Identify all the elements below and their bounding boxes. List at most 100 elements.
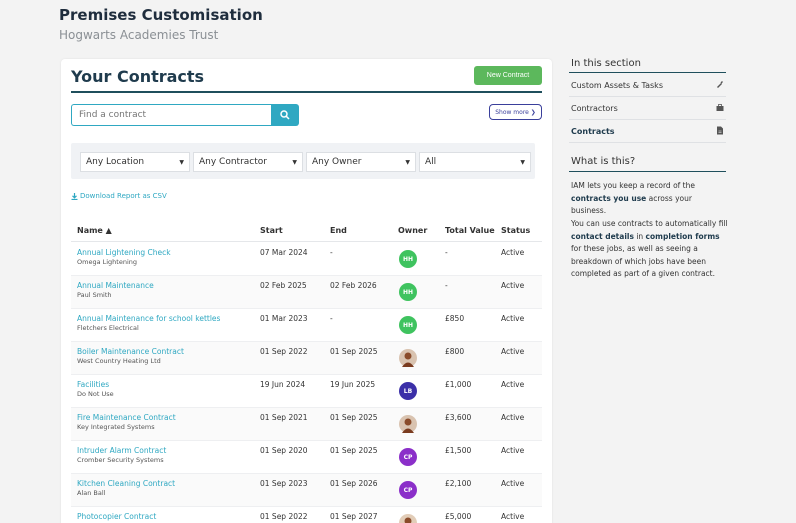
contractor-name: Omega Lightening [77, 258, 138, 266]
show-more-button[interactable]: Show more ❯ [489, 104, 542, 120]
contractor-name: Paul Smith [77, 291, 112, 299]
start-date: 02 Feb 2025 [260, 281, 307, 290]
owner-avatar: CP [399, 481, 417, 499]
sidebar-item-contractors[interactable]: Contractors [569, 97, 726, 120]
status-text: Active [501, 314, 525, 323]
location-select-value: Any Location [86, 157, 145, 167]
table-row[interactable]: Photocopier Contract 01 Sep 2022 01 Sep 20… [71, 507, 542, 523]
status-select[interactable]: All ▼ [419, 152, 531, 172]
start-date: 01 Sep 2020 [260, 446, 308, 455]
search-button[interactable] [271, 104, 299, 126]
contract-name-link[interactable]: Intruder Alarm Contract [77, 446, 166, 455]
page-title: Premises Customisation [59, 6, 263, 24]
owner-avatar: CP [399, 448, 417, 466]
info-highlight: contact details [571, 231, 634, 241]
contracts-card: Your Contracts New Contract Show more ❯ … [61, 59, 552, 523]
contract-name-link[interactable]: Annual Lightening Check [77, 248, 171, 257]
page-subtitle: Hogwarts Academies Trust [59, 28, 219, 42]
table-row[interactable]: Facilities Do Not Use 19 Jun 2024 19 Jun 20… [71, 375, 542, 408]
sidebar-item-contracts[interactable]: Contracts [569, 120, 726, 143]
info-text: You can use contracts to automatically f… [571, 219, 728, 228]
col-value-header[interactable]: Total Value [445, 226, 495, 235]
sidebar-item-label: Contracts [571, 127, 615, 136]
start-date: 01 Sep 2021 [260, 413, 308, 422]
info-paragraph-1: IAM lets you keep a record of the contra… [571, 180, 729, 218]
start-date: 01 Mar 2023 [260, 314, 308, 323]
contractor-select-value: Any Contractor [199, 157, 267, 167]
total-value: £1,500 [445, 446, 472, 455]
col-start-header[interactable]: Start [260, 226, 283, 235]
table-row[interactable]: Annual Maintenance Paul Smith 02 Feb 2025 0… [71, 276, 542, 309]
contractor-select[interactable]: Any Contractor ▼ [193, 152, 303, 172]
info-text: in [633, 231, 646, 241]
info-text: for these jobs, as well as seeing a brea… [571, 244, 715, 278]
end-date: 01 Sep 2025 [330, 446, 378, 455]
total-value: £5,000 [445, 512, 472, 521]
search-input[interactable] [71, 104, 271, 126]
contract-name-link[interactable]: Facilities [77, 380, 109, 389]
section-title: In this section [571, 58, 641, 69]
owner-avatar [399, 514, 417, 523]
table-row[interactable]: Fire Maintenance Contract Key Integrated … [71, 408, 542, 441]
table-row[interactable]: Annual Maintenance for school kettles Fle… [71, 309, 542, 342]
status-text: Active [501, 413, 525, 422]
contractor-name: Key Integrated Systems [77, 423, 155, 431]
info-divider [569, 171, 726, 172]
new-contract-button[interactable]: New Contract [474, 66, 542, 85]
download-csv-link[interactable]: Download Report as CSV [71, 192, 167, 200]
total-value: £800 [445, 347, 465, 356]
owner-avatar [399, 415, 417, 433]
owner-select-value: Any Owner [312, 157, 362, 167]
total-value: £850 [445, 314, 465, 323]
user-photo-icon [404, 517, 412, 523]
status-text: Active [501, 347, 525, 356]
owner-avatar: HH [399, 316, 417, 334]
contractor-name: Do Not Use [77, 390, 114, 398]
end-date: 01 Sep 2025 [330, 413, 378, 422]
owner-select[interactable]: Any Owner ▼ [306, 152, 416, 172]
info-highlight: completion forms [645, 231, 720, 241]
end-date: 01 Sep 2025 [330, 347, 378, 356]
status-select-value: All [425, 157, 437, 167]
user-photo-icon [402, 352, 414, 367]
sidebar-item-custom-assets[interactable]: Custom Assets & Tasks [569, 74, 726, 97]
total-value: £1,000 [445, 380, 472, 389]
contract-name-link[interactable]: Annual Maintenance [77, 281, 154, 290]
contract-name-link[interactable]: Boiler Maintenance Contract [77, 347, 184, 356]
contract-name-link[interactable]: Kitchen Cleaning Contract [77, 479, 175, 488]
contractor-name: West Country Heating Ltd [77, 357, 161, 365]
total-value: £3,600 [445, 413, 472, 422]
location-select[interactable]: Any Location ▼ [80, 152, 190, 172]
col-name-header[interactable]: Name ▲ [77, 226, 112, 235]
end-date: - [330, 314, 333, 323]
end-date: 02 Feb 2026 [330, 281, 377, 290]
start-date: 01 Sep 2023 [260, 479, 308, 488]
table-row[interactable]: Kitchen Cleaning Contract Alan Ball 01 Sep… [71, 474, 542, 507]
filter-bar: Any Location ▼ Any Contractor ▼ Any Owne… [71, 143, 535, 179]
download-icon [71, 192, 78, 200]
chevron-down-icon: ▼ [405, 158, 410, 166]
end-date: 01 Sep 2027 [330, 512, 378, 521]
info-highlight: contracts you use [571, 193, 647, 203]
sidebar-item-label: Custom Assets & Tasks [571, 81, 663, 90]
contract-name-link[interactable]: Annual Maintenance for school kettles [77, 314, 220, 323]
contractor-name: Fletchers Electrical [77, 324, 139, 332]
start-date: 01 Sep 2022 [260, 347, 308, 356]
contract-name-link[interactable]: Fire Maintenance Contract [77, 413, 176, 422]
end-date: - [330, 248, 333, 257]
contract-name-link[interactable]: Photocopier Contract [77, 512, 156, 521]
end-date: 01 Sep 2026 [330, 479, 378, 488]
total-value: £2,100 [445, 479, 472, 488]
status-text: Active [501, 380, 525, 389]
table-row[interactable]: Annual Lightening Check Omega Lightening 0… [71, 243, 542, 276]
table-row[interactable]: Boiler Maintenance Contract West Country … [71, 342, 542, 375]
table-row[interactable]: Intruder Alarm Contract Cromber Security … [71, 441, 542, 474]
status-text: Active [501, 281, 525, 290]
title-divider [71, 91, 542, 93]
col-status-header[interactable]: Status [501, 226, 530, 235]
info-paragraph-2: You can use contracts to automatically f… [571, 218, 729, 281]
col-end-header[interactable]: End [330, 226, 347, 235]
owner-avatar [399, 349, 417, 367]
col-owner-header[interactable]: Owner [398, 226, 427, 235]
start-date: 01 Sep 2022 [260, 512, 308, 521]
